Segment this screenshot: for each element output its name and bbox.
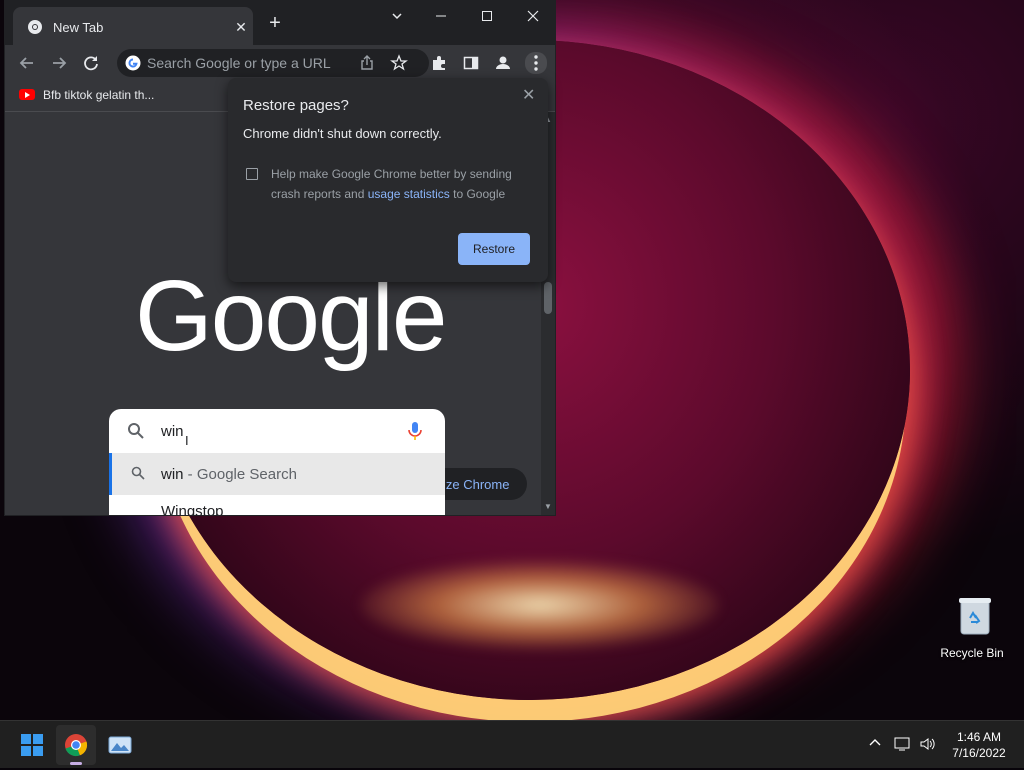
tab-new-tab[interactable]: New Tab ✕ [13,7,253,45]
omnibox[interactable]: Search Google or type a URL [117,49,429,77]
search-box[interactable]: win I win - Google Search Wingstop [109,409,445,516]
extensions-icon[interactable] [429,53,449,73]
toolbar: Search Google or type a URL [5,45,555,81]
window-close-button[interactable] [519,9,547,27]
clock-date: 7/16/2022 [952,746,1006,760]
search-icon [127,422,145,445]
recycle-bin[interactable]: Recycle Bin [940,596,1006,660]
usage-stats-checkbox[interactable] [246,168,258,180]
tab-search-icon[interactable] [383,9,411,27]
scroll-down-icon[interactable]: ▼ [543,502,553,511]
suggestion-suffix: - Google Search [183,466,297,483]
share-icon[interactable] [357,53,377,73]
taskbar-chrome[interactable] [56,725,96,765]
tab-close-icon[interactable]: ✕ [231,17,251,37]
restore-pages-dialog: Restore pages? ✕ Chrome didn't shut down… [228,78,548,282]
suggestion-text: Wingstop [161,503,224,516]
suggestion-text: win [161,466,184,483]
clock-time: 1:46 AM [956,730,1002,744]
recycle-bin-label: Recycle Bin [940,646,1004,660]
chrome-icon [65,734,88,757]
text-cursor-icon: I [185,433,189,448]
tab-title: New Tab [53,20,104,35]
bookmark-star-icon[interactable] [389,53,409,73]
bookmark-label: Bfb tiktok gelatin th... [43,88,155,102]
tab-strip: New Tab ✕ + [5,1,555,45]
restore-button[interactable]: Restore [458,233,530,265]
bookmark-item[interactable]: Bfb tiktok gelatin th... [19,88,154,102]
forward-button[interactable] [49,53,69,73]
minimize-button[interactable] [427,9,455,27]
help-text-suffix: to Google [453,187,506,201]
volume-icon[interactable] [919,736,937,755]
search-query: win [161,423,184,440]
show-hidden-icons-icon[interactable] [868,736,882,753]
network-icon[interactable] [894,736,912,755]
active-indicator [70,762,82,765]
google-g-icon [125,55,141,76]
dialog-title: Restore pages? [243,97,349,114]
start-button[interactable] [12,725,52,765]
photos-icon [108,736,132,754]
dialog-close-icon[interactable]: ✕ [522,85,535,105]
menu-kebab-icon[interactable] [525,52,547,74]
windows-icon [21,734,43,756]
help-text: Help make Google Chrome better by sendin… [271,164,541,204]
scrollbar-thumb[interactable] [544,282,552,314]
recycle-bin-icon [958,596,992,636]
maximize-button[interactable] [473,9,501,27]
microphone-icon[interactable] [407,421,423,446]
wallpaper-glow [360,560,720,650]
taskbar: 1:46 AM 7/16/2022 [0,720,1024,768]
new-tab-button[interactable]: + [263,13,287,33]
back-button[interactable] [17,53,37,73]
profile-icon[interactable] [493,53,513,73]
dialog-message: Chrome didn't shut down correctly. [243,126,442,141]
reload-button[interactable] [81,53,101,73]
suggestion-item[interactable]: Wingstop [109,495,445,516]
taskbar-photos[interactable] [100,725,140,765]
chrome-favicon-icon [27,19,43,40]
taskbar-clock[interactable]: 1:46 AM 7/16/2022 [944,729,1014,761]
suggestion-item[interactable]: win - Google Search [109,453,445,495]
customize-chrome-label: ize Chrome [443,477,510,492]
search-input[interactable]: win I [109,409,445,453]
youtube-icon [19,89,35,100]
omnibox-placeholder: Search Google or type a URL [147,55,331,71]
usage-statistics-link[interactable]: usage statistics [368,187,450,201]
side-panel-icon[interactable] [461,53,481,73]
suggestion-search-icon [131,466,145,485]
